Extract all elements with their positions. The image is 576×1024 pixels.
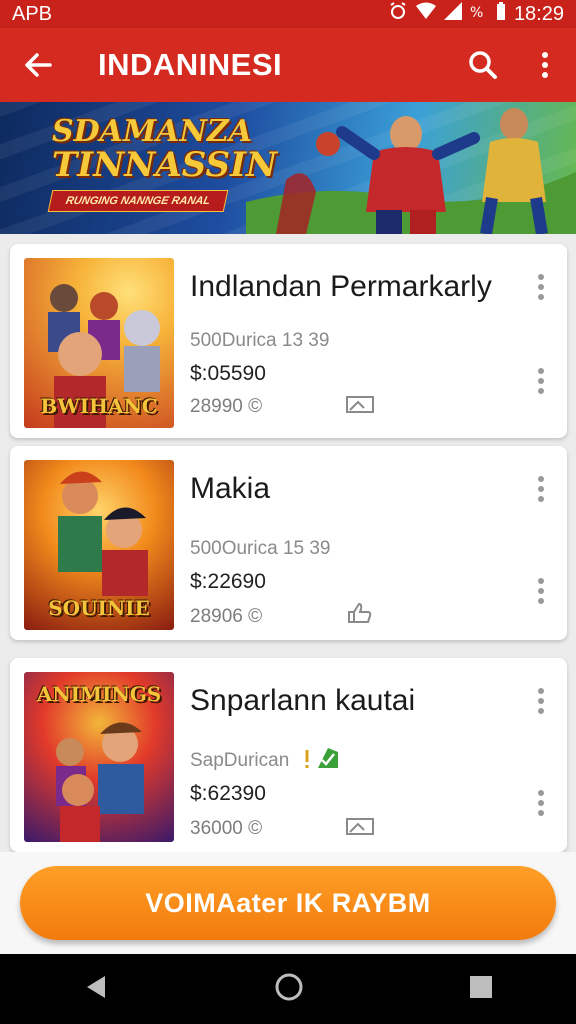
nav-recents-button[interactable]: [469, 975, 493, 1004]
item-meta: 500Durica 13 39: [190, 330, 330, 351]
item-name: Indlandan Permarkarly: [190, 270, 492, 303]
svg-text:%: %: [470, 5, 483, 20]
carrier-label: APB: [12, 2, 53, 25]
verified-check-icon: [316, 746, 340, 775]
promo-banner[interactable]: SDAMANZA TINNASSIN RUNGING NANNGE RANAL: [0, 102, 576, 234]
item-name: Makia: [190, 472, 271, 505]
nav-back-button[interactable]: [83, 974, 109, 1005]
square-recents-icon: [470, 975, 493, 998]
item-price: $:05590: [190, 362, 266, 385]
system-nav-bar: [0, 954, 576, 1024]
primary-cta-button[interactable]: VOIMAater IK RAYBM: [20, 866, 556, 940]
more-vert-icon: [542, 52, 548, 78]
item-menu-button[interactable]: [529, 472, 553, 506]
item-secondary-menu-button[interactable]: [529, 574, 553, 608]
item-menu-button[interactable]: [529, 270, 553, 304]
status-icons: % 18:29: [388, 1, 564, 27]
image-badge-icon: [346, 394, 374, 419]
list-item[interactable]: BWIHANC Indlandan Permarkarly 500Durica …: [10, 244, 567, 438]
battery-icon: [496, 2, 506, 26]
item-name: Snparlann kautai: [190, 684, 416, 717]
item-meta: 500Ourica 15 39: [190, 538, 331, 559]
item-menu-button[interactable]: [529, 684, 553, 718]
triangle-back-icon: [86, 975, 105, 998]
item-thumbnail: BWIHANC: [24, 258, 174, 428]
list-item[interactable]: SOUINIE Makia 500Ourica 15 39 $:22690 28…: [10, 446, 567, 640]
item-price: $:62390: [190, 782, 266, 805]
circle-home-icon: [275, 973, 303, 1000]
item-stat: 36000 ©: [190, 818, 263, 839]
overflow-menu-button[interactable]: [514, 28, 576, 102]
banner-logo: SDAMANZA TINNASSIN: [52, 114, 278, 185]
page-title: INDANINESI: [98, 47, 283, 82]
banner-characters-art: [246, 108, 576, 234]
item-price: $:22690: [190, 570, 266, 593]
list-item[interactable]: ANIMINGS Snparlann kautai SapDurican $:6…: [10, 658, 567, 852]
nav-home-button[interactable]: [274, 972, 304, 1007]
item-secondary-menu-button[interactable]: [529, 364, 553, 398]
signal-icon: [443, 2, 462, 26]
app-bar: INDANINESI: [0, 28, 576, 102]
back-button[interactable]: [0, 28, 76, 102]
warning-icon: [300, 748, 314, 775]
item-thumbnail: ANIMINGS: [24, 672, 174, 842]
thumbnail-caption: ANIMINGS: [36, 682, 162, 706]
item-thumbnail: SOUINIE: [24, 460, 174, 630]
clock-time: 18:29: [513, 2, 564, 25]
thumbs-up-icon: [346, 602, 374, 629]
banner-logo-line1: SDAMANZA: [52, 114, 253, 149]
banner-tagline: RUNGING NANNGE RANAL: [47, 190, 229, 212]
data-icon: %: [470, 2, 488, 26]
thumbnail-caption: BWIHANC: [40, 394, 158, 418]
thumbnail-caption: SOUINIE: [48, 596, 150, 620]
item-stat: 28990 ©: [190, 396, 263, 417]
search-button[interactable]: [452, 28, 514, 102]
wifi-icon: [415, 2, 436, 26]
item-secondary-menu-button[interactable]: [529, 786, 553, 820]
banner-logo-line2: TINNASSIN: [52, 144, 278, 185]
image-badge-icon: [346, 816, 374, 841]
item-meta: SapDurican: [190, 750, 290, 771]
item-stat: 28906 ©: [190, 606, 263, 627]
search-icon: [469, 51, 497, 79]
status-bar: APB % 18:29: [0, 0, 576, 28]
alarm-icon: [388, 1, 408, 27]
arrow-back-icon: [25, 53, 52, 77]
